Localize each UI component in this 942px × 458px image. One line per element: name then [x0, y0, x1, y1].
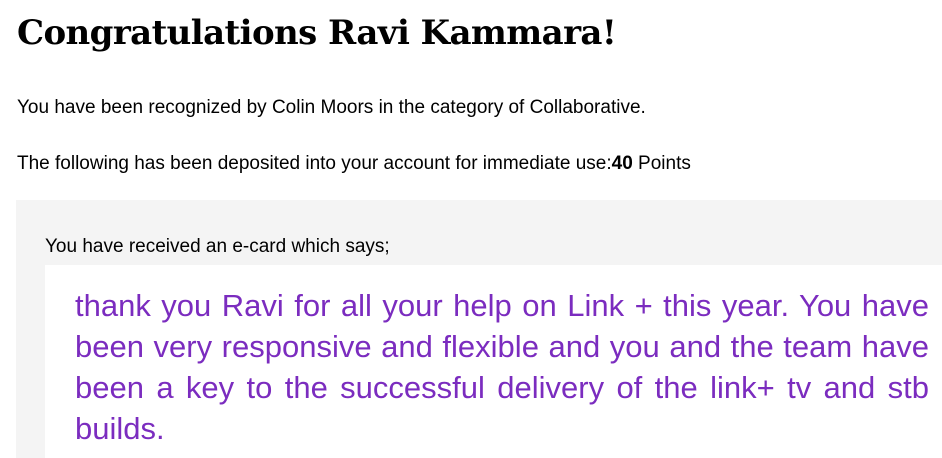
ecard-intro: You have received an e-card which says;: [45, 236, 390, 257]
deposit-prefix: The following has been deposited into yo…: [17, 153, 612, 174]
points-value: 40: [611, 153, 633, 174]
ecard-message-box: thank you Ravi for all your help on Link…: [45, 265, 942, 458]
ecard-panel: You have received an e-card which says; …: [16, 200, 942, 458]
points-unit: Points: [632, 153, 691, 174]
recognition-text: You have been recognized by Colin Moors …: [17, 97, 646, 118]
ecard-message: thank you Ravi for all your help on Link…: [75, 288, 929, 446]
page-title: Congratulations Ravi Kammara!: [17, 13, 617, 53]
deposit-text: The following has been deposited into yo…: [17, 152, 691, 176]
